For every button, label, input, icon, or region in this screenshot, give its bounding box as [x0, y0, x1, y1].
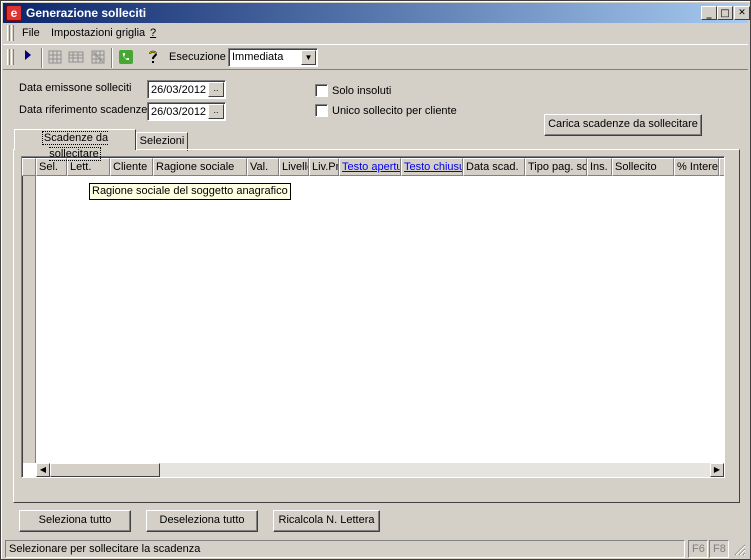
title-bar: e Generazione solleciti _ □ ✕ [3, 3, 750, 23]
menu-impostazioni-griglia[interactable]: Impostazioni griglia [51, 27, 145, 39]
phone-icon[interactable] [117, 49, 135, 67]
data-riferimento-browse-button[interactable]: .. [208, 104, 224, 119]
col-header-testo-apertura[interactable]: Testo apertura [339, 158, 401, 176]
col-header-data-scad[interactable]: Data scad. [463, 158, 525, 176]
column-tooltip: Ragione sociale del soggetto anagrafico [89, 183, 291, 200]
grid-export-icon[interactable] [89, 49, 107, 67]
window-title: Generazione solleciti [26, 6, 147, 20]
app-logo-icon: e [6, 5, 22, 21]
maximize-button[interactable]: □ [717, 6, 733, 20]
grid-split-icon[interactable] [46, 49, 64, 67]
scroll-right-arrow-icon[interactable]: ▶ [710, 463, 724, 477]
col-header-liv-pr[interactable]: Liv.Pr [309, 158, 339, 176]
unico-sollecito-label: Unico sollecito per cliente [332, 105, 457, 117]
carica-scadenze-button[interactable]: Carica scadenze da sollecitare [544, 114, 702, 136]
col-header-sollecito[interactable]: Sollecito [612, 158, 674, 176]
row-header-column [23, 158, 36, 463]
col-header-ragione-sociale[interactable]: Ragione sociale [153, 158, 247, 176]
scroll-thumb[interactable] [50, 463, 160, 477]
close-button[interactable]: ✕ [734, 6, 750, 20]
seleziona-tutto-button[interactable]: Seleziona tutto [19, 510, 131, 532]
execution-value: Immediata [232, 51, 284, 63]
col-header-extra[interactable] [719, 158, 724, 176]
main-window: e Generazione solleciti _ □ ✕ File Impos… [0, 0, 751, 560]
menu-help[interactable]: ? [150, 27, 156, 39]
ricalcola-lettera-button[interactable]: Ricalcola N. Lettera [273, 510, 380, 532]
col-header-testo-chiusura[interactable]: Testo chiusura [401, 158, 463, 176]
execution-select[interactable]: Immediata ▼ [228, 48, 318, 67]
col-header-tipo-pag[interactable]: Tipo pag. sc [525, 158, 587, 176]
col-header-livello[interactable]: Livello [279, 158, 309, 176]
col-header-val[interactable]: Val. [247, 158, 279, 176]
chevron-down-icon[interactable]: ▼ [301, 50, 316, 65]
solo-insoluti-label: Solo insoluti [332, 85, 392, 97]
col-header-ins[interactable]: Ins. [587, 158, 612, 176]
data-emissione-browse-button[interactable]: .. [208, 82, 224, 97]
menu-file[interactable]: File [22, 27, 40, 39]
grid-view-icon[interactable] [67, 49, 85, 67]
deseleziona-tutto-button[interactable]: Deseleziona tutto [146, 510, 258, 532]
scroll-left-arrow-icon[interactable]: ◀ [36, 463, 50, 477]
data-riferimento-field[interactable]: 26/03/2012 .. [147, 102, 226, 121]
execution-label: Esecuzione [169, 51, 226, 63]
menu-bar: File Impostazioni griglia ? [3, 24, 748, 43]
status-f8: F8 [709, 540, 729, 558]
grid-hscrollbar[interactable]: ◀ ▶ [36, 463, 724, 477]
data-riferimento-label: Data riferimento scadenze [19, 104, 148, 116]
toolbar-grip-icon [11, 49, 14, 65]
scadenze-grid[interactable]: Sel. Lett. Cliente Ragione sociale Val. … [21, 156, 725, 478]
status-f6: F6 [688, 540, 708, 558]
tab-scadenze-da-sollecitare[interactable]: Scadenze da sollecitare [14, 129, 136, 161]
data-emissione-label: Data emissone solleciti [19, 82, 132, 94]
run-arrow-icon[interactable] [19, 49, 37, 67]
help-icon[interactable] [144, 49, 162, 67]
unico-sollecito-checkbox[interactable] [315, 104, 328, 117]
solo-insoluti-checkbox[interactable] [315, 84, 328, 97]
status-bar: Selezionare per sollecitare la scadenza … [3, 540, 748, 558]
col-header-cliente[interactable]: Cliente [110, 158, 153, 176]
corner-header [22, 158, 36, 176]
menu-grip-icon [11, 25, 14, 41]
data-emissione-field[interactable]: 26/03/2012 .. [147, 80, 226, 99]
resize-grip-icon[interactable] [732, 542, 746, 556]
status-message: Selezionare per sollecitare la scadenza [5, 540, 685, 558]
toolbar-separator [111, 48, 113, 68]
col-header-interessi[interactable]: % Interessi [674, 158, 719, 176]
toolbar-grip-icon [7, 49, 10, 65]
toolbar: Esecuzione Immediata ▼ [3, 44, 748, 70]
menu-grip-icon [7, 25, 10, 41]
minimize-button[interactable]: _ [701, 6, 717, 20]
toolbar-separator [41, 48, 43, 68]
